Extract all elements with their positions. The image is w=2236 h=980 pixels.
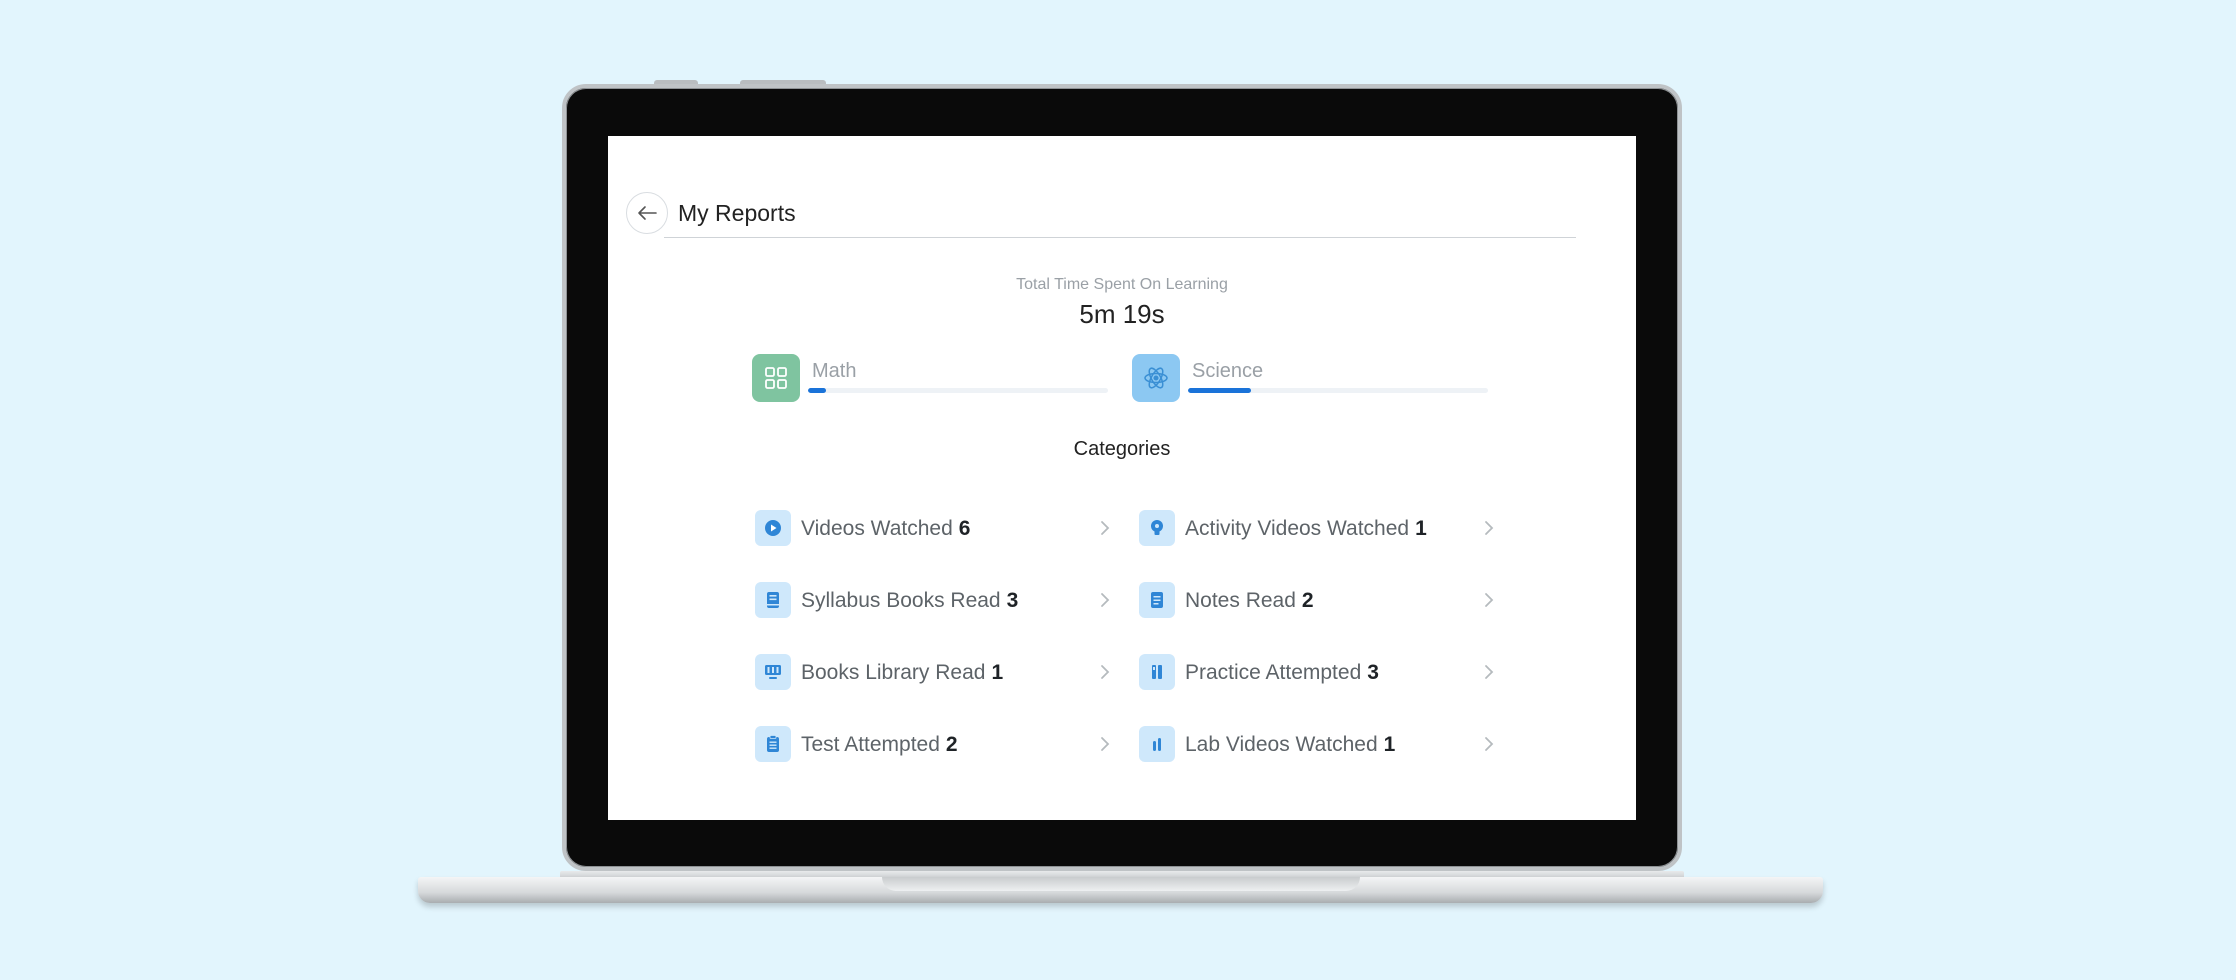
lightbulb-icon <box>1139 510 1175 546</box>
category-count: 6 <box>958 517 971 540</box>
play-icon <box>755 510 791 546</box>
category-books-library-read[interactable]: Books Library Read 1 <box>755 654 1115 692</box>
categories-heading: Categories <box>1073 438 1171 460</box>
total-time-value: 5m 19s <box>1079 299 1165 329</box>
category-count: 2 <box>945 733 958 756</box>
category-count: 1 <box>1415 517 1427 540</box>
category-count: 3 <box>1006 589 1019 612</box>
grid-icon <box>752 354 800 402</box>
category-label: Test Attempted <box>801 733 940 756</box>
category-test-attempted[interactable]: Test Attempted 2 <box>755 726 1115 764</box>
category-notes-read[interactable]: Notes Read 2 <box>1139 582 1499 620</box>
subject-math[interactable]: Math <box>752 354 1122 402</box>
category-syllabus-books-read[interactable]: Syllabus Books Read 3 <box>755 582 1115 620</box>
subject-science[interactable]: Science <box>1132 354 1502 402</box>
category-count: 3 <box>1367 661 1379 684</box>
category-count: 1 <box>991 661 1004 684</box>
category-label: Videos Watched <box>801 517 953 540</box>
progress-bar <box>808 388 1108 393</box>
chevron-right-icon <box>1479 518 1499 538</box>
progress-fill <box>1188 388 1251 393</box>
subject-name: Math <box>812 360 857 382</box>
category-practice-attempted[interactable]: Practice Attempted 3 <box>1139 654 1499 692</box>
clipboard-icon <box>755 726 791 762</box>
practice-icon <box>1139 654 1175 690</box>
category-label: Notes Read <box>1185 589 1296 612</box>
header-divider <box>664 237 1576 238</box>
category-videos-watched[interactable]: Videos Watched 6 <box>755 510 1115 548</box>
category-label: Activity Videos Watched <box>1185 517 1410 540</box>
arrow-left-icon <box>638 206 657 220</box>
app-screen: My Reports Total Time Spent On Learning … <box>608 136 1636 820</box>
category-lab-videos-watched[interactable]: Lab Videos Watched 1 <box>1139 726 1499 764</box>
notes-icon <box>1139 582 1175 618</box>
progress-fill <box>808 388 826 393</box>
total-time-label: Total Time Spent On Learning <box>1016 276 1228 293</box>
category-label: Practice Attempted <box>1185 661 1362 684</box>
page-title: My Reports <box>678 200 796 226</box>
library-icon <box>755 654 791 690</box>
chevron-right-icon <box>1095 518 1115 538</box>
flask-icon <box>1139 726 1175 762</box>
chevron-right-icon <box>1479 734 1499 754</box>
laptop-notch <box>882 877 1360 891</box>
book-icon <box>755 582 791 618</box>
back-button[interactable] <box>626 192 668 234</box>
chevron-right-icon <box>1479 590 1499 610</box>
chevron-right-icon <box>1095 734 1115 754</box>
subject-name: Science <box>1192 360 1264 382</box>
category-label: Lab Videos Watched <box>1185 733 1378 756</box>
chevron-right-icon <box>1095 590 1115 610</box>
category-count: 2 <box>1301 589 1314 612</box>
category-count: 1 <box>1383 733 1396 756</box>
chevron-right-icon <box>1095 662 1115 682</box>
progress-bar <box>1188 388 1488 393</box>
category-label: Syllabus Books Read <box>801 589 1001 612</box>
category-activity-videos-watched[interactable]: Activity Videos Watched 1 <box>1139 510 1499 548</box>
category-label: Books Library Read <box>801 661 986 684</box>
atom-icon <box>1132 354 1180 402</box>
chevron-right-icon <box>1479 662 1499 682</box>
